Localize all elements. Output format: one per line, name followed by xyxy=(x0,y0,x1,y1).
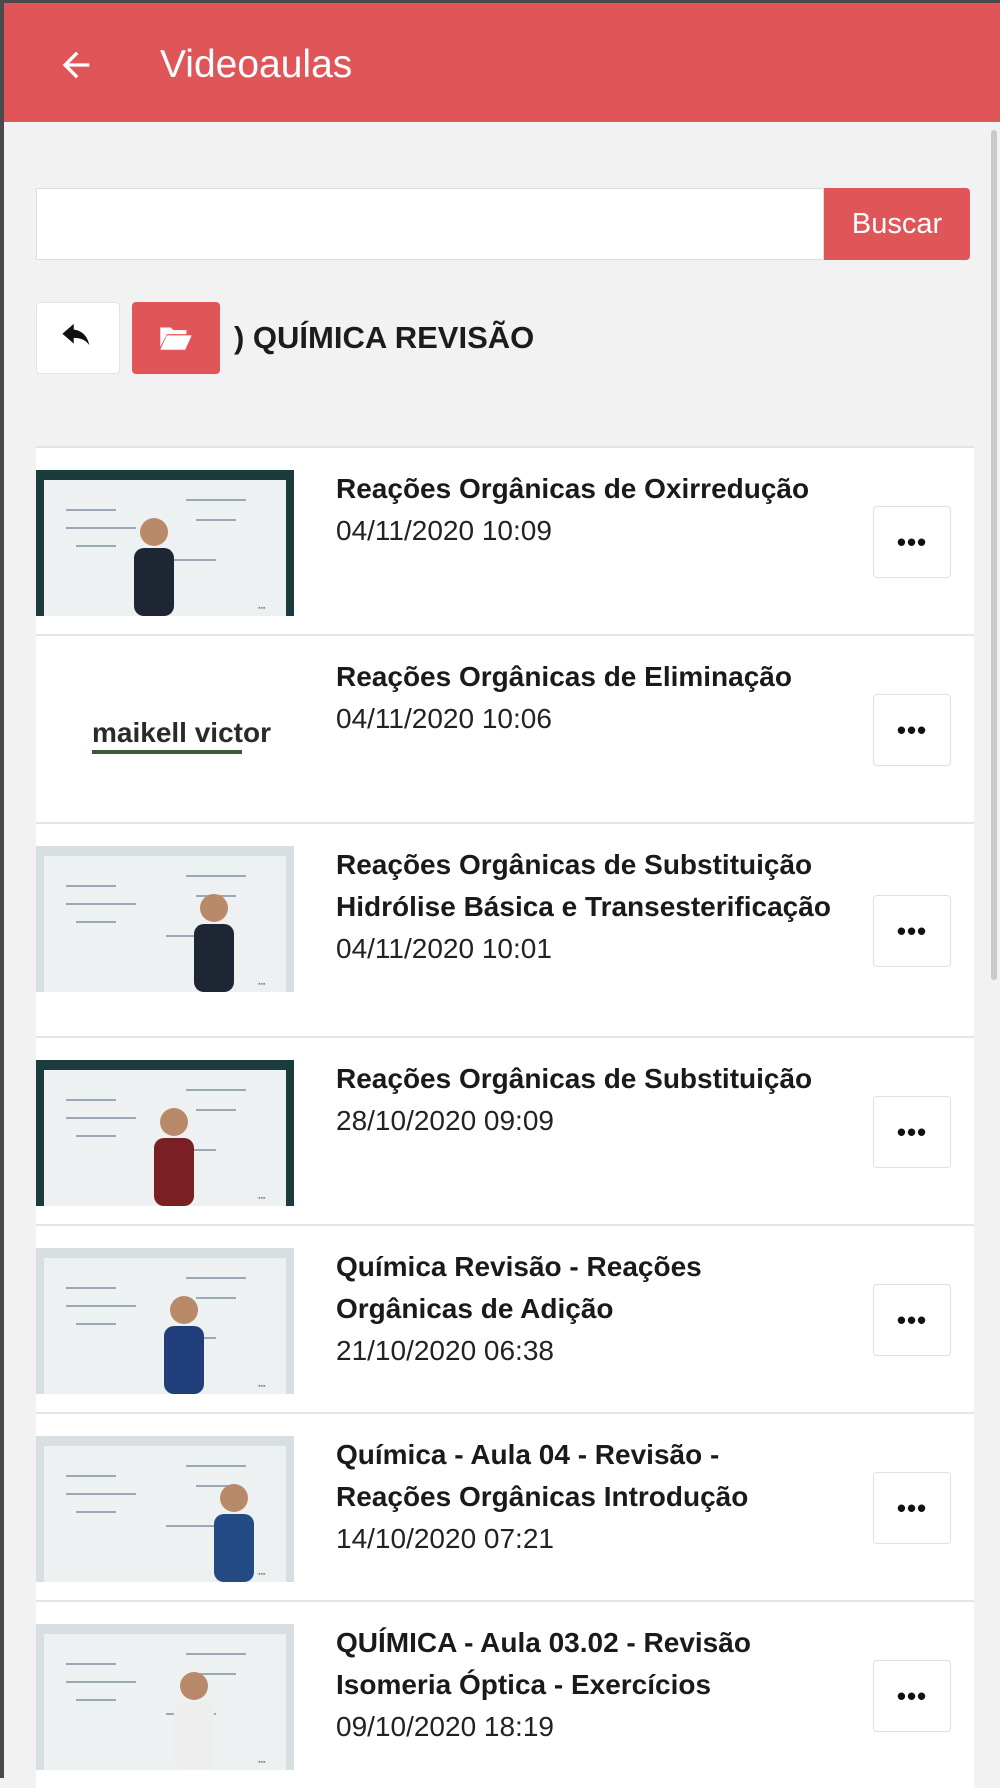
video-title[interactable]: Reações Orgânicas de Eliminação xyxy=(336,656,836,698)
video-info: Química - Aula 04 - Revisão - Reações Or… xyxy=(336,1434,836,1560)
video-list-item[interactable]: maikell victor Reações Orgânicas de Elimi… xyxy=(36,634,974,822)
video-thumbnail[interactable]: ▪▪▪ xyxy=(36,1060,294,1206)
video-title[interactable]: Reações Orgânicas de Oxirredução xyxy=(336,468,836,510)
undo-button[interactable] xyxy=(36,302,120,374)
video-list-item[interactable]: ▪▪▪ Reações Orgânicas de Oxirredução 04/11… xyxy=(36,446,974,634)
video-thumbnail[interactable]: ▪▪▪ xyxy=(36,1248,294,1394)
brand-logo: maikell victor xyxy=(92,717,271,748)
more-options-button[interactable]: ••• xyxy=(873,694,951,766)
video-thumbnail[interactable]: ▪▪▪ xyxy=(36,470,294,616)
video-info: Reações Orgânicas de Substituição Hidról… xyxy=(336,844,836,970)
more-options-button[interactable]: ••• xyxy=(873,895,951,967)
video-thumbnail[interactable]: ▪▪▪ xyxy=(36,1624,294,1770)
arrow-left-icon xyxy=(62,51,90,79)
video-list-item[interactable]: ▪▪▪ QUÍMICA - Aula 03.02 - Revisão Isomer… xyxy=(36,1600,974,1788)
video-title[interactable]: Reações Orgânicas de Substituição Hidról… xyxy=(336,844,836,928)
window-border xyxy=(0,122,4,1778)
video-list-item[interactable]: ▪▪▪ Química - Aula 04 - Revisão - Reações… xyxy=(36,1412,974,1600)
video-info: Reações Orgânicas de Eliminação 04/11/202… xyxy=(336,656,836,740)
more-options-button[interactable]: ••• xyxy=(873,506,951,578)
video-date: 04/11/2020 10:09 xyxy=(336,515,552,546)
video-date: 28/10/2020 09:09 xyxy=(336,1105,554,1136)
video-info: Reações Orgânicas de Substituição 28/10/2… xyxy=(336,1058,836,1142)
svg-text:▪▪▪: ▪▪▪ xyxy=(258,1759,266,1766)
video-list: ▪▪▪ Reações Orgânicas de Oxirredução 04/11… xyxy=(36,446,974,1788)
video-list-item[interactable]: ▪▪▪ Reações Orgânicas de Substituição 28/1… xyxy=(36,1036,974,1224)
folder-title: ) QUÍMICA REVISÃO xyxy=(234,320,535,355)
svg-text:▪▪▪: ▪▪▪ xyxy=(258,1383,266,1390)
video-title[interactable]: QUÍMICA - Aula 03.02 - Revisão Isomeria … xyxy=(336,1622,836,1706)
video-title[interactable]: Reações Orgânicas de Substituição xyxy=(336,1058,836,1100)
breadcrumb: ) QUÍMICA REVISÃO xyxy=(36,302,534,374)
video-date: 04/11/2020 10:06 xyxy=(336,703,552,734)
more-options-button[interactable]: ••• xyxy=(873,1660,951,1732)
video-list-item[interactable]: ▪▪▪ Química Revisão - Reações Orgânicas d… xyxy=(36,1224,974,1412)
video-date: 14/10/2020 07:21 xyxy=(336,1523,554,1554)
page-title: Videoaulas xyxy=(160,43,353,86)
more-options-button[interactable]: ••• xyxy=(873,1284,951,1356)
more-options-button[interactable]: ••• xyxy=(873,1472,951,1544)
video-date: 04/11/2020 10:01 xyxy=(336,933,552,964)
more-options-button[interactable]: ••• xyxy=(873,1096,951,1168)
folder-open-icon xyxy=(160,327,192,350)
svg-text:▪▪▪: ▪▪▪ xyxy=(258,1195,266,1202)
folder-button[interactable] xyxy=(132,302,220,374)
video-title[interactable]: Química - Aula 04 - Revisão - Reações Or… xyxy=(336,1434,836,1518)
search-input[interactable] xyxy=(36,188,824,260)
video-date: 09/10/2020 18:19 xyxy=(336,1711,554,1742)
video-list-item[interactable]: ▪▪▪ Reações Orgânicas de Substituição Hid… xyxy=(36,822,974,1036)
video-date: 21/10/2020 06:38 xyxy=(336,1335,554,1366)
video-title[interactable]: Química Revisão - Reações Orgânicas de A… xyxy=(336,1246,836,1330)
video-thumbnail[interactable]: ▪▪▪ xyxy=(36,846,294,992)
video-info: QUÍMICA - Aula 03.02 - Revisão Isomeria … xyxy=(336,1622,836,1748)
svg-text:▪▪▪: ▪▪▪ xyxy=(258,605,266,612)
video-thumbnail[interactable]: ▪▪▪ xyxy=(36,1436,294,1582)
svg-text:▪▪▪: ▪▪▪ xyxy=(258,1571,266,1578)
video-info: Reações Orgânicas de Oxirredução 04/11/20… xyxy=(336,468,836,552)
video-thumbnail[interactable]: maikell victor xyxy=(36,658,294,804)
scrollbar[interactable] xyxy=(991,130,997,980)
svg-text:▪▪▪: ▪▪▪ xyxy=(258,981,266,988)
undo-icon xyxy=(62,323,90,346)
search-button[interactable]: Buscar xyxy=(824,188,970,260)
search-bar: Buscar xyxy=(36,188,970,260)
back-button[interactable] xyxy=(52,41,100,89)
app-bar: Videoaulas xyxy=(0,0,1000,122)
video-info: Química Revisão - Reações Orgânicas de A… xyxy=(336,1246,836,1372)
